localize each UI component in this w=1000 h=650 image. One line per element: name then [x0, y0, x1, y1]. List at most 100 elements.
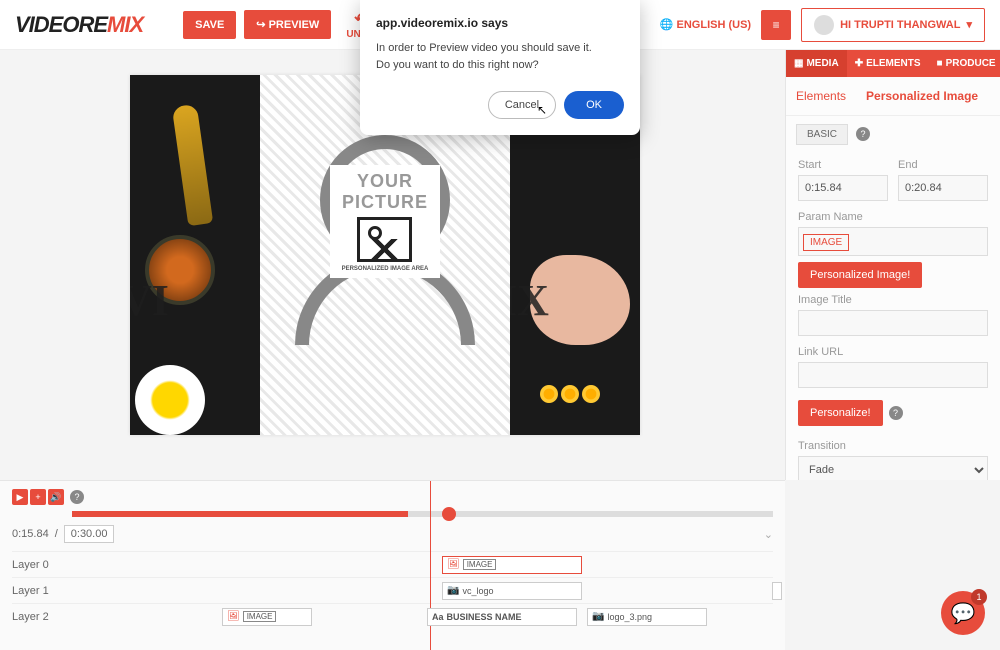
watermark-right: IX: [510, 275, 549, 326]
help-icon[interactable]: ?: [856, 127, 870, 141]
clip-biz-label: BUSINESS NAME: [447, 612, 522, 622]
placeholder-text-your: YOUR: [342, 171, 429, 192]
language-selector[interactable]: 🌐 ENGLISH (US): [660, 18, 751, 31]
end-label: End: [898, 159, 988, 171]
preview-button[interactable]: ↪ PREVIEW: [244, 10, 331, 39]
timeline-track[interactable]: [72, 511, 773, 517]
track-remaining: [408, 511, 773, 517]
layer-2-row: Layer 2 🖼 IMAGE Aa BUSINESS NAME 📷 logo_…: [12, 603, 773, 629]
camera-icon: ■: [937, 58, 943, 69]
param-name-label: Param Name: [798, 211, 988, 223]
logo-text-1: VIDEORE: [15, 12, 107, 37]
tab-produce[interactable]: ■PRODUCE: [929, 50, 1000, 77]
clip-image-2[interactable]: 🖼 IMAGE: [222, 608, 312, 626]
properties-form: Start End Param Name IMAGE Personalized …: [786, 153, 1000, 480]
dialog-line-2: Do you want to do this right now?: [376, 57, 624, 74]
help-icon-2[interactable]: ?: [889, 406, 903, 420]
text-clip-icon: Aa: [432, 612, 444, 622]
param-name-field[interactable]: IMAGE: [798, 227, 988, 256]
param-tag: IMAGE: [803, 234, 849, 251]
confirm-dialog: app.videoremix.io says In order to Previ…: [360, 0, 640, 135]
current-time: 0:15.84: [12, 528, 49, 540]
media-icon: ▦: [794, 58, 803, 69]
clip-image-tag: IMAGE: [463, 559, 497, 570]
link-url-label: Link URL: [798, 346, 988, 358]
timeline-controls: ▶ + 🔊 ?: [12, 489, 773, 505]
preview-label: PREVIEW: [269, 19, 320, 31]
placeholder-text-picture: PICTURE: [342, 192, 429, 213]
volume-button[interactable]: 🔊: [48, 489, 64, 505]
dialog-ok-button[interactable]: OK: [564, 91, 624, 119]
placeholder-caption: PERSONALIZED IMAGE AREA: [342, 266, 429, 272]
right-sidebar: ▦MEDIA ✚ELEMENTS ■PRODUCE » Elements Per…: [785, 50, 1000, 480]
play-button[interactable]: ▶: [12, 489, 28, 505]
layer-0-label: Layer 0: [12, 559, 72, 571]
clip-image-selected[interactable]: 🖼 IMAGE: [442, 556, 582, 574]
layer-1-label: Layer 1: [12, 585, 72, 597]
image-clip-icon: 🖼: [447, 559, 460, 570]
timeline: ▶ + 🔊 ? 0:15.84 / 0:30.00 ⌄ Layer 0 🖼 IM…: [0, 480, 785, 650]
dialog-buttons: Cancel OK: [376, 91, 624, 119]
tab-media[interactable]: ▦MEDIA: [786, 50, 847, 77]
tab-produce-label: PRODUCE: [946, 58, 996, 69]
sidebar-sub-tabs: Elements Personalized Image: [786, 77, 1000, 116]
clip-vc-label: vc_logo: [462, 586, 493, 596]
subtab-elements[interactable]: Elements: [786, 77, 856, 115]
save-button[interactable]: SAVE: [183, 11, 236, 39]
hamburger-icon: ≡: [773, 18, 780, 32]
layer-0-row: Layer 0 🖼 IMAGE: [12, 551, 773, 577]
timeline-help-icon[interactable]: ?: [70, 490, 84, 504]
canvas-left-panel: VI: [130, 75, 260, 435]
playhead[interactable]: [442, 507, 456, 521]
subtab-personalized-image[interactable]: Personalized Image: [856, 77, 988, 115]
personalized-image-button[interactable]: Personalized Image!: [798, 262, 922, 288]
clip-business-name[interactable]: Aa BUSINESS NAME: [427, 608, 577, 626]
start-input[interactable]: [798, 175, 888, 201]
logo-text-2: MIX: [107, 12, 143, 37]
user-menu[interactable]: HI TRUPTI THANGWAL ▾: [801, 8, 985, 42]
end-input[interactable]: [898, 175, 988, 201]
chat-button[interactable]: 💬 1: [941, 591, 985, 635]
layer-1-track[interactable]: 📷 vc_logo: [72, 580, 773, 602]
link-url-input[interactable]: [798, 362, 988, 388]
camera-clip-icon-2: 📷: [592, 611, 604, 622]
tab-elements[interactable]: ✚ELEMENTS: [847, 50, 929, 77]
layer-0-track[interactable]: 🖼 IMAGE: [72, 554, 773, 576]
chat-badge: 1: [971, 589, 987, 605]
picture-placeholder-box: YOUR PICTURE PERSONALIZED IMAGE AREA: [330, 165, 441, 278]
dialog-line-1: In order to Preview video you should sav…: [376, 40, 624, 57]
transition-select[interactable]: Fade: [798, 456, 988, 480]
camera-clip-icon: 📷: [447, 585, 459, 596]
avatar-icon: [814, 15, 834, 35]
timeline-collapse-icon[interactable]: ⌄: [764, 528, 773, 541]
transition-label: Transition: [798, 440, 988, 452]
layer-1-row: Layer 1 📷 vc_logo: [12, 577, 773, 603]
clip-small[interactable]: [772, 582, 782, 600]
basic-row: BASIC ?: [786, 116, 1000, 153]
food-image-left: [130, 75, 260, 435]
layer-2-track[interactable]: 🖼 IMAGE Aa BUSINESS NAME 📷 logo_3.png: [72, 606, 773, 628]
start-label: Start: [798, 159, 888, 171]
clip-vc-logo[interactable]: 📷 vc_logo: [442, 582, 582, 600]
add-button[interactable]: +: [30, 489, 46, 505]
plus-icon: ✚: [855, 58, 863, 69]
header-right: 🌐 ENGLISH (US) ≡ HI TRUPTI THANGWAL ▾: [660, 8, 985, 42]
image-title-input[interactable]: [798, 310, 988, 336]
watermark-left: VI: [130, 275, 169, 326]
app-logo: VIDEOREMIX: [15, 12, 143, 38]
tab-elements-label: ELEMENTS: [866, 58, 920, 69]
dialog-body: In order to Preview video you should sav…: [376, 40, 624, 73]
menu-button[interactable]: ≡: [761, 10, 791, 40]
dialog-title: app.videoremix.io says: [376, 16, 624, 30]
time-separator: /: [55, 528, 58, 540]
tab-media-label: MEDIA: [806, 58, 838, 69]
image-title-label: Image Title: [798, 294, 988, 306]
clip-image-tag-2: IMAGE: [243, 611, 277, 622]
layer-2-label: Layer 2: [12, 611, 72, 623]
basic-button[interactable]: BASIC: [796, 124, 848, 145]
layers-panel: Layer 0 🖼 IMAGE Layer 1 📷 vc_logo Layer …: [12, 551, 773, 629]
time-display: 0:15.84 / 0:30.00 ⌄: [12, 525, 773, 543]
clip-logo3[interactable]: 📷 logo_3.png: [587, 608, 707, 626]
total-time-input[interactable]: 0:30.00: [64, 525, 115, 543]
personalize-button[interactable]: Personalize!: [798, 400, 883, 426]
